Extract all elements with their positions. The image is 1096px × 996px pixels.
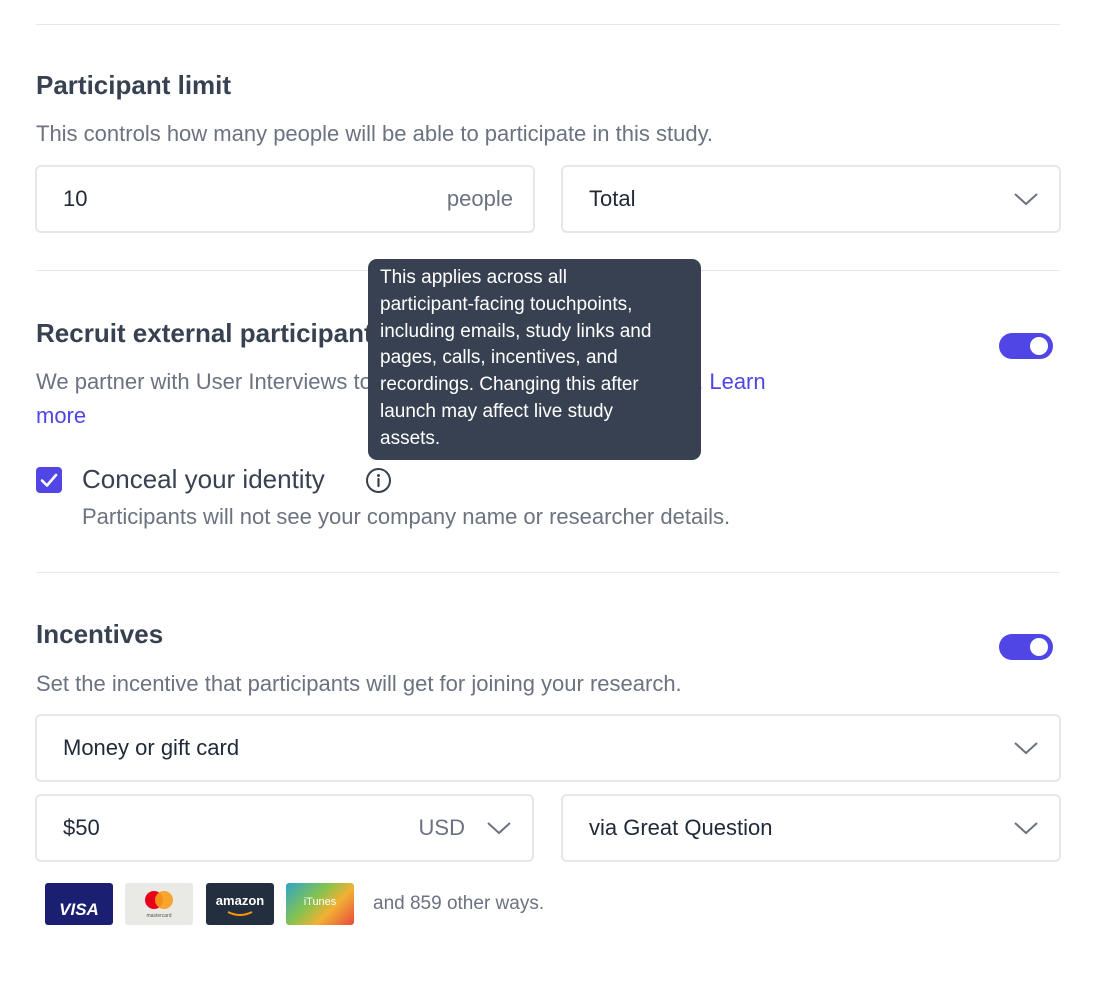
learn-more-link[interactable]: Learn [709,369,765,394]
incentives-toggle[interactable] [999,634,1053,660]
mastercard-card-icon: mastercard [125,883,193,925]
currency-select[interactable]: USD [419,815,465,841]
recruit-title: Recruit external participants [36,318,388,348]
visa-card-icon: VISA [45,883,113,925]
top-divider [36,24,1060,25]
incentives-title: Incentives [36,619,164,649]
participant-period-value: Total [589,186,636,211]
participant-limit-description: This controls how many people will be ab… [36,121,714,146]
recruit-description-cont: more [36,403,86,429]
section-divider [36,572,1060,573]
other-ways-text: and 859 other ways. [373,893,545,914]
incentive-type-select[interactable]: Money or gift card [35,714,1061,782]
info-icon[interactable] [365,467,392,494]
incentives-description: Set the incentive that participants will… [36,671,682,696]
toggle-knob [1030,337,1048,355]
check-icon [40,473,58,487]
participant-count-suffix: people [446,186,513,211]
incentive-provider-select[interactable]: via Great Question [561,794,1061,862]
itunes-card-text: iTunes [303,896,337,908]
chevron-down-icon [1014,742,1038,755]
incentive-amount-input[interactable]: $50 USD [35,794,534,862]
incentive-provider-value: via Great Question [589,815,773,840]
learn-more-link-cont[interactable]: more [36,403,86,428]
toggle-knob [1030,638,1048,656]
chevron-down-icon [1014,193,1038,206]
participant-period-select[interactable]: Total [561,165,1061,233]
participant-limit-title: Participant limit [36,70,232,100]
amazon-card-icon: amazon [206,883,274,925]
amazon-card-text: amazon [215,893,265,908]
recruit-toggle[interactable] [999,333,1053,359]
amazon-smile-icon [227,911,253,916]
conceal-identity-checkbox[interactable] [36,467,62,493]
itunes-card-icon: iTunes [286,883,354,925]
visa-card-text: VISA [59,900,99,919]
incentive-amount-value: $50 [63,815,100,840]
identity-tooltip: This applies across all participant-faci… [368,259,701,460]
incentive-type-value: Money or gift card [63,735,240,760]
conceal-identity-label: Conceal your identity [82,464,325,494]
mastercard-card-text: mastercard [146,913,172,919]
participant-count-value: 10 [63,186,88,211]
chevron-down-icon[interactable] [486,820,512,836]
conceal-identity-help: Participants will not see your company n… [82,504,731,529]
participant-count-input[interactable]: 10 people [35,165,535,233]
chevron-down-icon [1014,822,1038,835]
